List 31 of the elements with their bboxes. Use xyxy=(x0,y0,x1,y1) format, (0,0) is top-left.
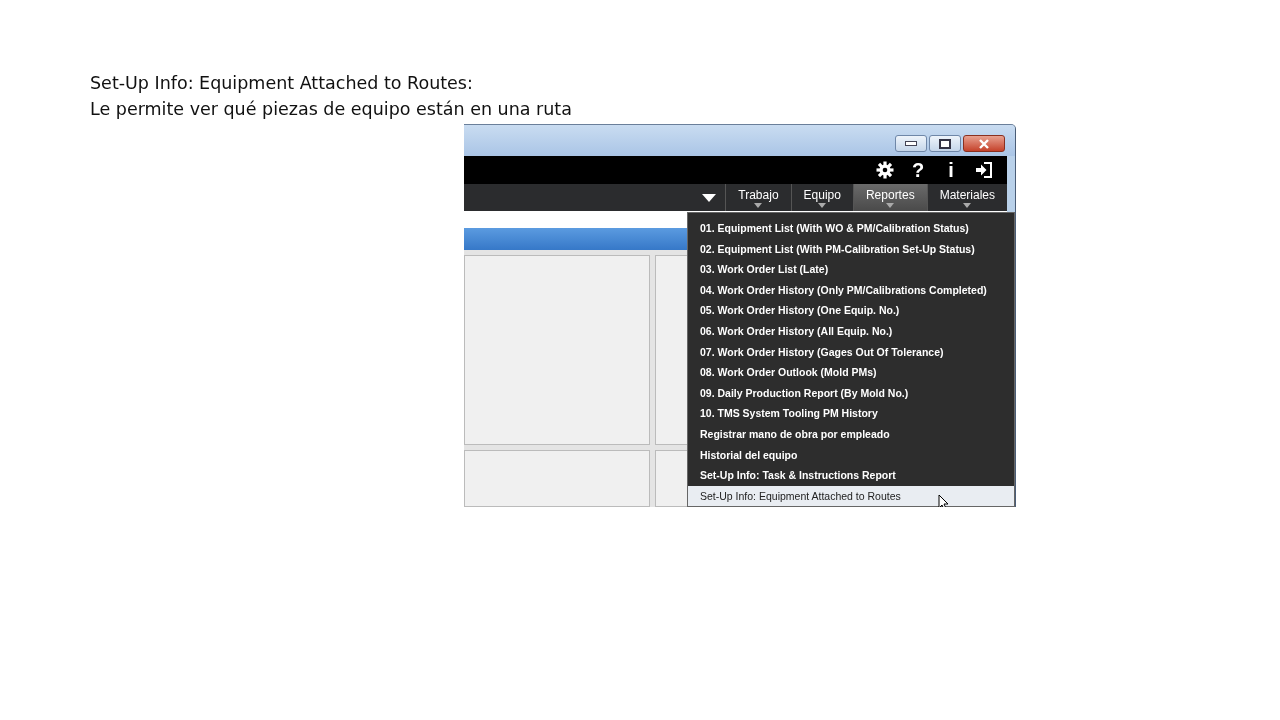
caret-icon xyxy=(963,202,972,208)
help-icon[interactable]: ? xyxy=(909,159,927,181)
menu-item[interactable]: 01. Equipment List (With WO & PM/Calibration Status) xyxy=(688,218,1014,239)
slide-subtitle: Le permite ver qué piezas de equipo están en una ruta xyxy=(90,98,573,121)
info-icon[interactable]: i xyxy=(942,159,960,181)
close-icon xyxy=(978,138,990,149)
menu-item[interactable]: 05. Work Order History (One Equip. No.) xyxy=(688,300,1014,321)
mouse-pointer-icon xyxy=(938,494,950,507)
menu-item[interactable]: 09. Daily Production Report (By Mold No.) xyxy=(688,382,1014,404)
exit-icon[interactable] xyxy=(975,161,993,179)
close-button[interactable] xyxy=(963,135,1005,152)
menu-item[interactable]: 10. TMS System Tooling PM History xyxy=(688,403,1014,424)
caret-icon xyxy=(886,202,895,208)
menu-item[interactable]: 03. Work Order List (Late) xyxy=(688,259,1014,280)
menu-item[interactable]: 04. Work Order History (Only PM/Calibrations Completed) xyxy=(688,279,1014,301)
caret-icon xyxy=(818,202,827,208)
minimize-button[interactable] xyxy=(895,135,927,152)
menu-item[interactable]: 08. Work Order Outlook (Mold PMs) xyxy=(688,362,1014,383)
menu-item[interactable]: 06. Work Order History (All Equip. No.) xyxy=(688,320,1014,342)
menu-item[interactable]: 07. Work Order History (Gages Out Of Tolerance) xyxy=(688,341,1014,363)
nav-tab[interactable]: Reportes xyxy=(852,184,927,211)
settings-icon[interactable] xyxy=(876,161,894,179)
maximize-button[interactable] xyxy=(929,135,961,152)
menu-item[interactable]: 02. Equipment List (With PM-Calibration Set-Up Status) xyxy=(688,238,1014,260)
menu-item[interactable]: Set-Up Info: Task & Instructions Report xyxy=(688,465,1014,486)
menu-item[interactable]: Registrar mano de obra por empleado xyxy=(688,423,1014,445)
slide-title: Set-Up Info: Equipment Attached to Routes: xyxy=(90,72,474,95)
dropdown-caret-icon[interactable] xyxy=(702,193,717,202)
caret-icon xyxy=(754,202,763,208)
menu-item[interactable]: Set-Up Info: Equipment Attached to Routes xyxy=(688,485,1014,507)
menu-item[interactable]: Historial del equipo xyxy=(688,444,1014,466)
